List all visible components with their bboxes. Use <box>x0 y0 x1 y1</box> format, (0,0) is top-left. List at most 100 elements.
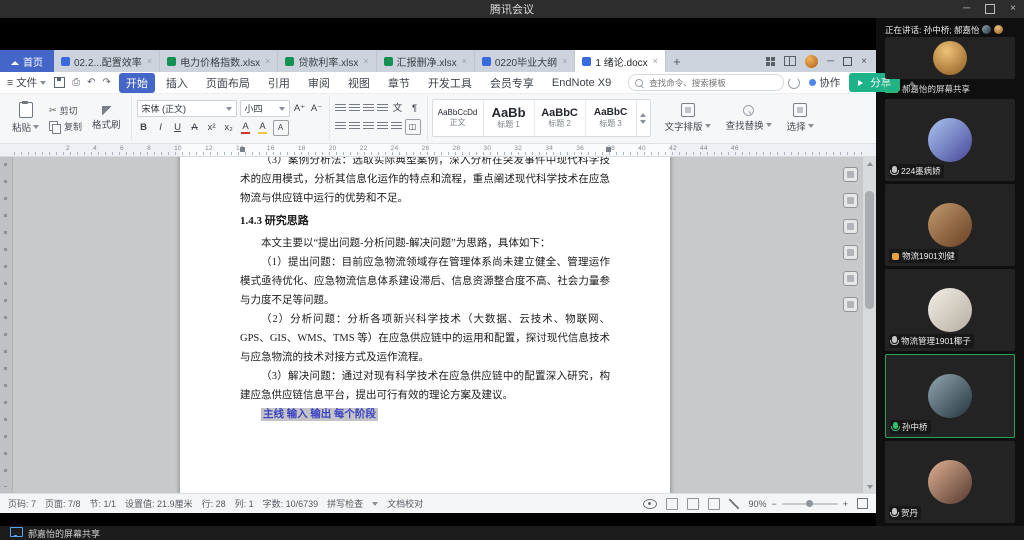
command-search-input[interactable] <box>647 77 777 89</box>
undo-icon[interactable]: ↶ <box>87 77 95 88</box>
gallery-up-icon[interactable] <box>640 110 646 117</box>
italic-button[interactable]: I <box>154 121 168 135</box>
menu-item-reference[interactable]: 引用 <box>261 73 297 93</box>
font-family-select[interactable]: 宋体 (正文) <box>137 100 237 117</box>
assistant-icon[interactable] <box>843 219 858 234</box>
collaborate-button[interactable]: 协作 <box>809 75 840 90</box>
doc-paragraph[interactable]: （3）解决问题：通过对现有科学技术在应急供应链中的配置深入研究，构建应急供应链信… <box>240 367 610 405</box>
gallery-down-icon[interactable] <box>640 120 646 127</box>
outdent-icon[interactable] <box>363 104 374 113</box>
align-left-icon[interactable] <box>335 122 346 131</box>
style-heading-3[interactable]: AaBbC 标题 3 <box>586 100 637 136</box>
document-tab[interactable]: 贷款利率.xlsx × <box>278 50 376 72</box>
align-center-icon[interactable] <box>349 122 360 131</box>
select-button[interactable]: 选择 <box>782 103 819 133</box>
scrollbar-thumb[interactable] <box>865 191 874 309</box>
document-tab[interactable]: 02.2...配置效率 × <box>54 50 160 72</box>
align-right-icon[interactable] <box>363 122 374 131</box>
cut-button[interactable]: ✂ 剪切 <box>49 104 82 117</box>
style-heading-2[interactable]: AaBbC 标题 2 <box>535 100 586 136</box>
fullscreen-icon[interactable] <box>857 498 868 509</box>
paragraph-mark-icon[interactable]: ¶ <box>408 102 422 116</box>
find-replace-button[interactable]: 查找替换 <box>721 105 777 132</box>
doc-paragraph[interactable]: （2）分析问题：分析各项新兴科学技术（大数据、云技术、物联网、GPS、GIS、W… <box>240 310 610 367</box>
tab-close-icon[interactable]: × <box>147 56 152 66</box>
tab-close-icon[interactable]: × <box>562 56 567 66</box>
zoom-out-button[interactable]: − <box>771 499 776 509</box>
new-tab-button[interactable]: + <box>666 50 688 72</box>
character-border-button[interactable]: A <box>273 120 289 136</box>
menu-item-start[interactable]: 开始 <box>119 73 155 93</box>
scroll-up-icon[interactable] <box>863 157 876 167</box>
document-page[interactable]: （3）案例分析法：选取实际典型案例，深入分析在突发事件中现代科学技术的应用模式，… <box>180 157 670 493</box>
file-menu-button[interactable]: ≡ 文件 <box>7 75 46 90</box>
doc-highlight-line[interactable]: 主线 输入 输出 每个阶段 <box>240 405 610 424</box>
font-size-select[interactable]: 小四 <box>240 100 290 117</box>
strikethrough-button[interactable]: A <box>188 121 202 135</box>
font-color-button[interactable]: A <box>239 121 253 135</box>
location-icon[interactable] <box>843 271 858 286</box>
vertical-scrollbar[interactable] <box>862 157 876 493</box>
close-icon[interactable]: × <box>1010 4 1016 14</box>
menu-item-view[interactable]: 视图 <box>341 73 377 93</box>
document-tab-active[interactable]: 1 绪论.docx × <box>575 50 666 72</box>
menu-item-member[interactable]: 会员专享 <box>483 73 541 93</box>
outline-view-icon[interactable] <box>708 498 720 510</box>
indent-marker[interactable] <box>606 147 611 152</box>
home-tab[interactable]: 首页 <box>0 50 54 72</box>
wps-minimize-icon[interactable]: ─ <box>827 56 834 67</box>
text-layout-button[interactable]: 文字排版 <box>660 103 716 133</box>
split-window-icon[interactable] <box>784 56 796 66</box>
spellcheck-button[interactable]: 拼写检查 <box>327 497 363 510</box>
menu-item-review[interactable]: 审阅 <box>301 73 337 93</box>
style-normal[interactable]: AaBbCcDd 正文 <box>433 100 484 136</box>
bold-button[interactable]: B <box>137 121 151 135</box>
document-tab[interactable]: 0220毕业大纲 × <box>475 50 576 72</box>
justify-icon[interactable] <box>377 122 388 131</box>
user-avatar[interactable] <box>805 55 818 68</box>
pen-tool-icon[interactable] <box>843 167 858 182</box>
tab-close-icon[interactable]: × <box>653 56 658 66</box>
menu-item-endnote[interactable]: EndNote X9 <box>545 75 618 91</box>
shading-icon[interactable]: ◫ <box>405 119 421 135</box>
navigation-strip[interactable] <box>0 157 13 493</box>
tab-close-icon[interactable]: × <box>462 56 467 66</box>
doc-paragraph[interactable]: （1）提出问题：目前应急物流领域存在管理体系尚未建立健全、管理运作模式亟待优化、… <box>240 253 610 310</box>
participant-tile[interactable]: 物流1901刘健 <box>885 184 1015 266</box>
command-search-box[interactable] <box>628 74 784 91</box>
doc-highlight-text[interactable]: 主线 输入 输出 每个阶段 <box>261 408 378 421</box>
style-heading-1[interactable]: AaBb 标题 1 <box>484 100 535 136</box>
participant-tile[interactable]: 贺丹 <box>885 441 1015 523</box>
zoom-slider[interactable] <box>782 503 838 505</box>
participant-tile-speaking[interactable]: 孙中桥 <box>885 354 1015 438</box>
grow-font-button[interactable]: A⁺ <box>293 102 307 116</box>
zoom-slider-knob[interactable] <box>806 500 813 507</box>
shrink-font-button[interactable]: A⁻ <box>310 102 324 116</box>
wps-close-icon[interactable]: × <box>861 56 867 67</box>
eye-icon[interactable] <box>643 499 657 509</box>
status-word-count[interactable]: 字数: 10/6739 <box>263 497 319 510</box>
apps-grid-icon[interactable] <box>766 57 775 66</box>
format-painter-button[interactable]: 格式刷 <box>87 106 126 131</box>
save-icon[interactable] <box>54 77 65 88</box>
text-direction-icon[interactable]: 文 <box>391 102 405 116</box>
document-tab[interactable]: 电力价格指数.xlsx × <box>160 50 278 72</box>
doc-heading[interactable]: 1.4.3 研究思路 <box>240 211 610 232</box>
menu-item-page-layout[interactable]: 页面布局 <box>199 73 257 93</box>
participant-tile[interactable]: 物流管理1901椰子 <box>885 269 1015 351</box>
tab-close-icon[interactable]: × <box>265 56 270 66</box>
wps-maximize-icon[interactable] <box>843 57 852 66</box>
reader-icon[interactable] <box>843 297 858 312</box>
participant-tile[interactable]: 224墨病娇 <box>885 99 1015 181</box>
copy-button[interactable]: 复制 <box>49 120 82 133</box>
zoom-in-button[interactable]: + <box>843 499 848 509</box>
menu-item-dev-tools[interactable]: 开发工具 <box>421 73 479 93</box>
bullets-icon[interactable] <box>335 104 346 113</box>
cursor-tool-icon[interactable] <box>843 193 858 208</box>
document-tab[interactable]: 汇报删净.xlsx × <box>377 50 475 72</box>
indent-icon[interactable] <box>377 104 388 113</box>
menu-item-section[interactable]: 章节 <box>381 73 417 93</box>
numbering-icon[interactable] <box>349 104 360 113</box>
superscript-button[interactable]: x² <box>205 121 219 135</box>
underline-button[interactable]: U <box>171 121 185 135</box>
